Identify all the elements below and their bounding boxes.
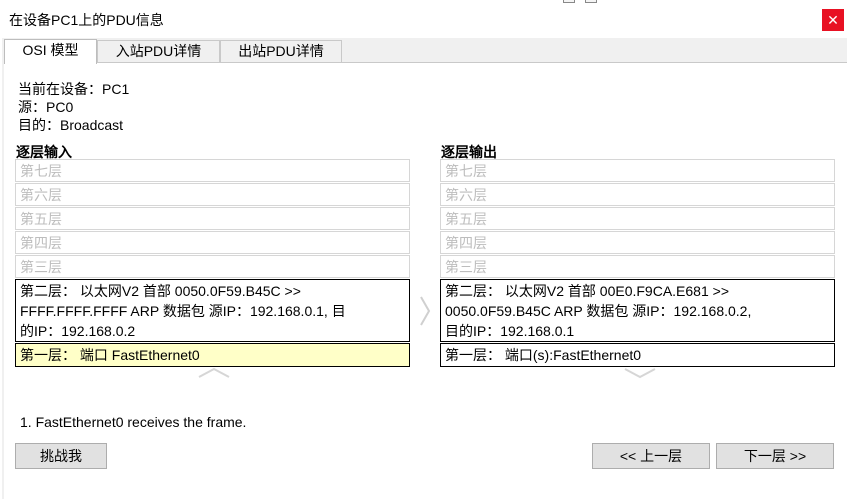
in-layer-7[interactable]: 第七层	[15, 159, 410, 182]
chevron-right-icon	[420, 296, 431, 326]
challenge-me-button[interactable]: 挑战我	[15, 443, 107, 469]
osi-model-panel: 当前在设备：PC1 源：PC0 目的：Broadcast 逐层输入 逐层输出 第…	[4, 62, 847, 499]
in-layer-2-line-3: 的IP：192.168.0.2	[20, 323, 136, 339]
chevron-up-icon	[198, 367, 230, 378]
title-bar: 在设备PC1上的PDU信息 ✕	[0, 0, 849, 38]
out-layer-2-line-1: 第二层： 以太网V2 首部 00E0.F9CA.E681 >>	[445, 283, 729, 299]
close-button[interactable]: ✕	[822, 9, 844, 31]
out-layer-5[interactable]: 第五层	[440, 207, 835, 230]
dialog-body: OSI 模型 入站PDU详情 出站PDU详情 当前在设备：PC1 源：PC0 目…	[2, 38, 847, 499]
window-title: 在设备PC1上的PDU信息	[9, 12, 164, 28]
source-label: 源：PC0	[18, 99, 74, 115]
tab-outbound-pdu[interactable]: 出站PDU详情	[220, 40, 342, 63]
in-layer-3[interactable]: 第三层	[15, 255, 410, 278]
out-layer-1[interactable]: 第一层： 端口(s):FastEthernet0	[440, 343, 835, 367]
chevron-down-icon	[624, 368, 656, 379]
out-layer-6[interactable]: 第六层	[440, 183, 835, 206]
tab-inbound-pdu[interactable]: 入站PDU详情	[97, 40, 220, 63]
in-layer-2[interactable]: 第二层： 以太网V2 首部 0050.0F59.B45C >> FFFF.FFF…	[15, 279, 410, 342]
in-layer-2-line-1: 第二层： 以太网V2 首部 0050.0F59.B45C >>	[20, 283, 301, 299]
current-device-label: 当前在设备：PC1	[18, 81, 130, 97]
out-layer-2-line-2: 0050.0F59.B45C ARP 数据包 源IP：192.168.0.2,	[445, 303, 752, 319]
out-layer-2-line-3: 目的IP：192.168.0.1	[445, 323, 575, 339]
out-layer-7[interactable]: 第七层	[440, 159, 835, 182]
out-layer-3[interactable]: 第三层	[440, 255, 835, 278]
in-layer-6[interactable]: 第六层	[15, 183, 410, 206]
in-layer-2-line-2: FFFF.FFFF.FFFF ARP 数据包 源IP：192.168.0.1, …	[20, 303, 346, 319]
in-layer-4[interactable]: 第四层	[15, 231, 410, 254]
step-description: 1. FastEthernet0 receives the frame.	[20, 414, 247, 430]
out-layer-2[interactable]: 第二层： 以太网V2 首部 00E0.F9CA.E681 >> 0050.0F5…	[440, 279, 835, 342]
next-layer-button[interactable]: 下一层 >>	[716, 443, 834, 469]
previous-layer-button[interactable]: << 上一层	[592, 443, 710, 469]
background-window-edge	[585, 0, 597, 3]
tab-osi-model[interactable]: OSI 模型	[4, 39, 97, 64]
in-layer-1[interactable]: 第一层： 端口 FastEthernet0	[15, 343, 410, 367]
destination-label: 目的：Broadcast	[18, 117, 124, 133]
out-layer-4[interactable]: 第四层	[440, 231, 835, 254]
close-icon: ✕	[827, 12, 839, 28]
background-window-edge	[563, 0, 575, 3]
in-layer-5[interactable]: 第五层	[15, 207, 410, 230]
